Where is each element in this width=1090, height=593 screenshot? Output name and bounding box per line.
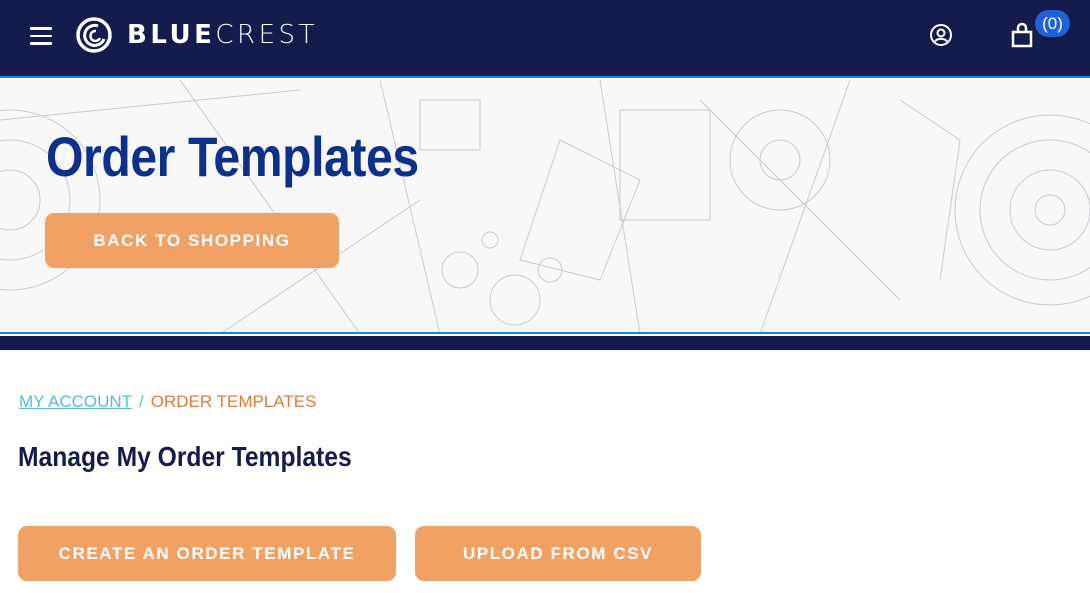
user-circle-icon[interactable] <box>929 23 953 47</box>
blueprint-background-image <box>0 80 1090 332</box>
top-navigation-bar: BLUECREST (0) <box>0 0 1090 78</box>
upload-from-csv-button[interactable]: UPLOAD FROM CSV <box>415 526 701 581</box>
bluecrest-logo[interactable]: BLUECREST <box>76 17 318 53</box>
shopping-bag-icon[interactable] <box>1011 22 1033 48</box>
hamburger-menu-icon[interactable] <box>30 27 52 45</box>
breadcrumb-my-account-link[interactable]: MY ACCOUNT <box>19 392 132 412</box>
brand-name: BLUECREST <box>127 20 318 50</box>
breadcrumb: MY ACCOUNT / ORDER TEMPLATES <box>19 392 316 412</box>
breadcrumb-separator: / <box>139 392 144 411</box>
cart-count-badge[interactable]: (0) <box>1035 10 1070 37</box>
breadcrumb-current-page: ORDER TEMPLATES <box>150 392 317 411</box>
create-order-template-button[interactable]: CREATE AN ORDER TEMPLATE <box>18 526 396 581</box>
hero-banner: Order Templates BACK TO SHOPPING <box>0 80 1090 334</box>
divider-band <box>0 336 1090 350</box>
section-title: Manage My Order Templates <box>18 441 352 472</box>
bluecrest-logo-mark-icon <box>76 17 112 53</box>
page-title: Order Templates <box>46 125 419 188</box>
back-to-shopping-button[interactable]: BACK TO SHOPPING <box>45 213 339 268</box>
